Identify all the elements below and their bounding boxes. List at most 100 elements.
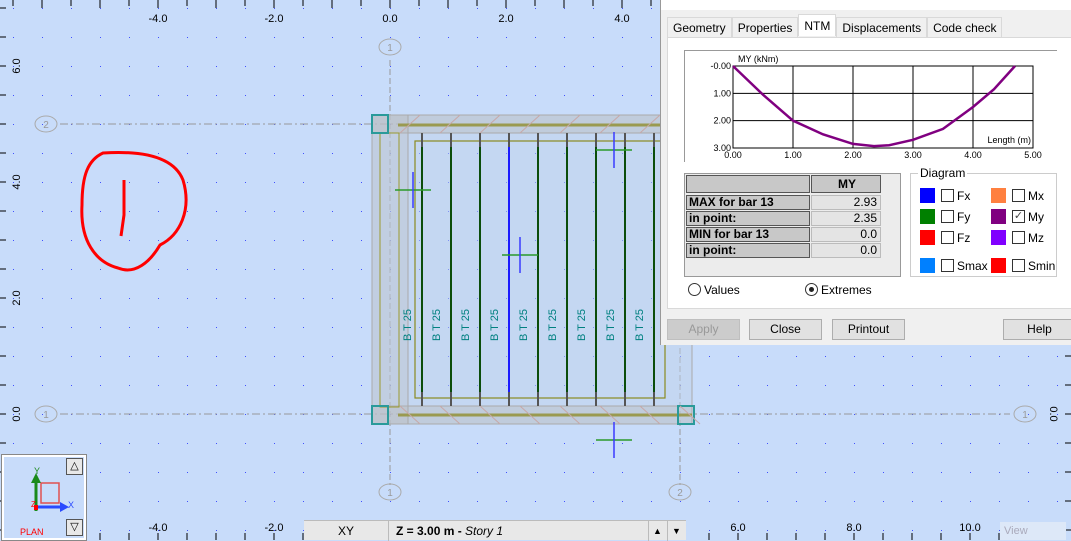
grid-dot (245, 153, 246, 154)
grid-dot (13, 385, 14, 386)
grid-dot (709, 414, 710, 415)
grid-dot (854, 472, 855, 473)
help-button[interactable]: Help (1003, 319, 1071, 340)
grid-dot (100, 327, 101, 328)
grid-dot (245, 211, 246, 212)
grid-dot (100, 240, 101, 241)
checkbox-mz[interactable] (1012, 231, 1025, 244)
grid-dot (622, 443, 623, 444)
grid-dot (332, 298, 333, 299)
extremes-radio[interactable] (805, 283, 818, 296)
grid-dot (941, 501, 942, 502)
grid-dot (13, 124, 14, 125)
grid-dot (419, 472, 420, 473)
grid-dot (361, 327, 362, 328)
grid-dot (303, 66, 304, 67)
axis-marker-label: 1 (387, 488, 393, 499)
red-annotation-circle (80, 150, 188, 272)
grid-dot (999, 443, 1000, 444)
level-up-button[interactable]: ▲ (648, 521, 666, 541)
checkbox-label: Mx (1028, 189, 1044, 203)
grid-dot (216, 37, 217, 38)
grid-dot (216, 8, 217, 9)
close-button[interactable]: Close (749, 319, 822, 340)
checkbox-smax[interactable] (941, 259, 954, 272)
grid-dot (593, 66, 594, 67)
checkbox-fz[interactable] (941, 231, 954, 244)
table-row-label: in point: (686, 211, 810, 226)
grid-dot (535, 95, 536, 96)
level-down-button[interactable]: ▼ (667, 521, 685, 541)
grid-dot (767, 443, 768, 444)
grid-dot (42, 298, 43, 299)
grid-dot (129, 356, 130, 357)
grid-dot (303, 153, 304, 154)
grid-dot (332, 501, 333, 502)
grid-dot (1057, 356, 1058, 357)
grid-dot (158, 298, 159, 299)
grid-dot (448, 95, 449, 96)
grid-dot (738, 501, 739, 502)
grid-dot (912, 472, 913, 473)
grid-dot (941, 356, 942, 357)
grid-dot (1057, 443, 1058, 444)
grid-dot (13, 8, 14, 9)
grid-dot (448, 37, 449, 38)
grid-dot (332, 37, 333, 38)
grid-dot (158, 153, 159, 154)
view-down-button[interactable]: ▽ (66, 519, 83, 536)
grid-dot (42, 8, 43, 9)
grid-dot (825, 530, 826, 531)
grid-dot (883, 530, 884, 531)
checkbox-fy[interactable] (941, 210, 954, 223)
checkbox-fx[interactable] (941, 189, 954, 202)
grid-dot (274, 501, 275, 502)
grid-dot (274, 182, 275, 183)
y-tick-label: -0.00 (710, 61, 731, 71)
tab-displacements[interactable]: Displacements (836, 17, 928, 37)
grid-dot (593, 8, 594, 9)
printout-button[interactable]: Printout (832, 319, 905, 340)
grid-dot (187, 240, 188, 241)
tab-ntm[interactable]: NTM (798, 14, 837, 36)
x-axis-label: Length (m) (987, 135, 1031, 145)
checkbox-smin[interactable] (1012, 259, 1025, 272)
grid-dot (506, 8, 507, 9)
grid-dot (419, 501, 420, 502)
view-button[interactable]: View (1000, 522, 1066, 540)
grid-dot (303, 356, 304, 357)
grid-dot (274, 37, 275, 38)
y-tick-label: 3.00 (713, 143, 731, 153)
checkbox-mx[interactable] (1012, 189, 1025, 202)
grid-dot (187, 95, 188, 96)
grid-dot (796, 472, 797, 473)
grid-dot (506, 95, 507, 96)
grid-dot (854, 443, 855, 444)
grid-dot (187, 66, 188, 67)
joist-label: B T 25 (489, 309, 501, 341)
grid-dot (999, 356, 1000, 357)
grid-dot (100, 269, 101, 270)
grid-dot (361, 66, 362, 67)
y-ruler-label: 6.0 (11, 58, 23, 73)
grid-dot (274, 385, 275, 386)
tab-code-check[interactable]: Code check (927, 17, 1003, 37)
level-selector[interactable]: Z = 3.00 m - Story 1 (396, 521, 503, 541)
grid-dot (332, 385, 333, 386)
tab-geometry[interactable]: Geometry (667, 17, 732, 37)
grid-dot (71, 182, 72, 183)
checkbox-my[interactable]: ✓ (1012, 210, 1025, 223)
checkbox-label: Smin (1028, 259, 1056, 273)
values-radio[interactable] (688, 283, 701, 296)
x-tick-label: 3.00 (904, 150, 922, 160)
grid-dot (941, 385, 942, 386)
tab-properties[interactable]: Properties (731, 17, 799, 37)
grid-dot (158, 385, 159, 386)
grid-dot (767, 472, 768, 473)
apply-button[interactable]: Apply (667, 319, 740, 340)
grid-dot (158, 327, 159, 328)
view-plane[interactable]: XY (304, 521, 389, 541)
grid-dot (245, 414, 246, 415)
x-ruler-label: 6.0 (730, 522, 745, 534)
grid-dot (42, 327, 43, 328)
